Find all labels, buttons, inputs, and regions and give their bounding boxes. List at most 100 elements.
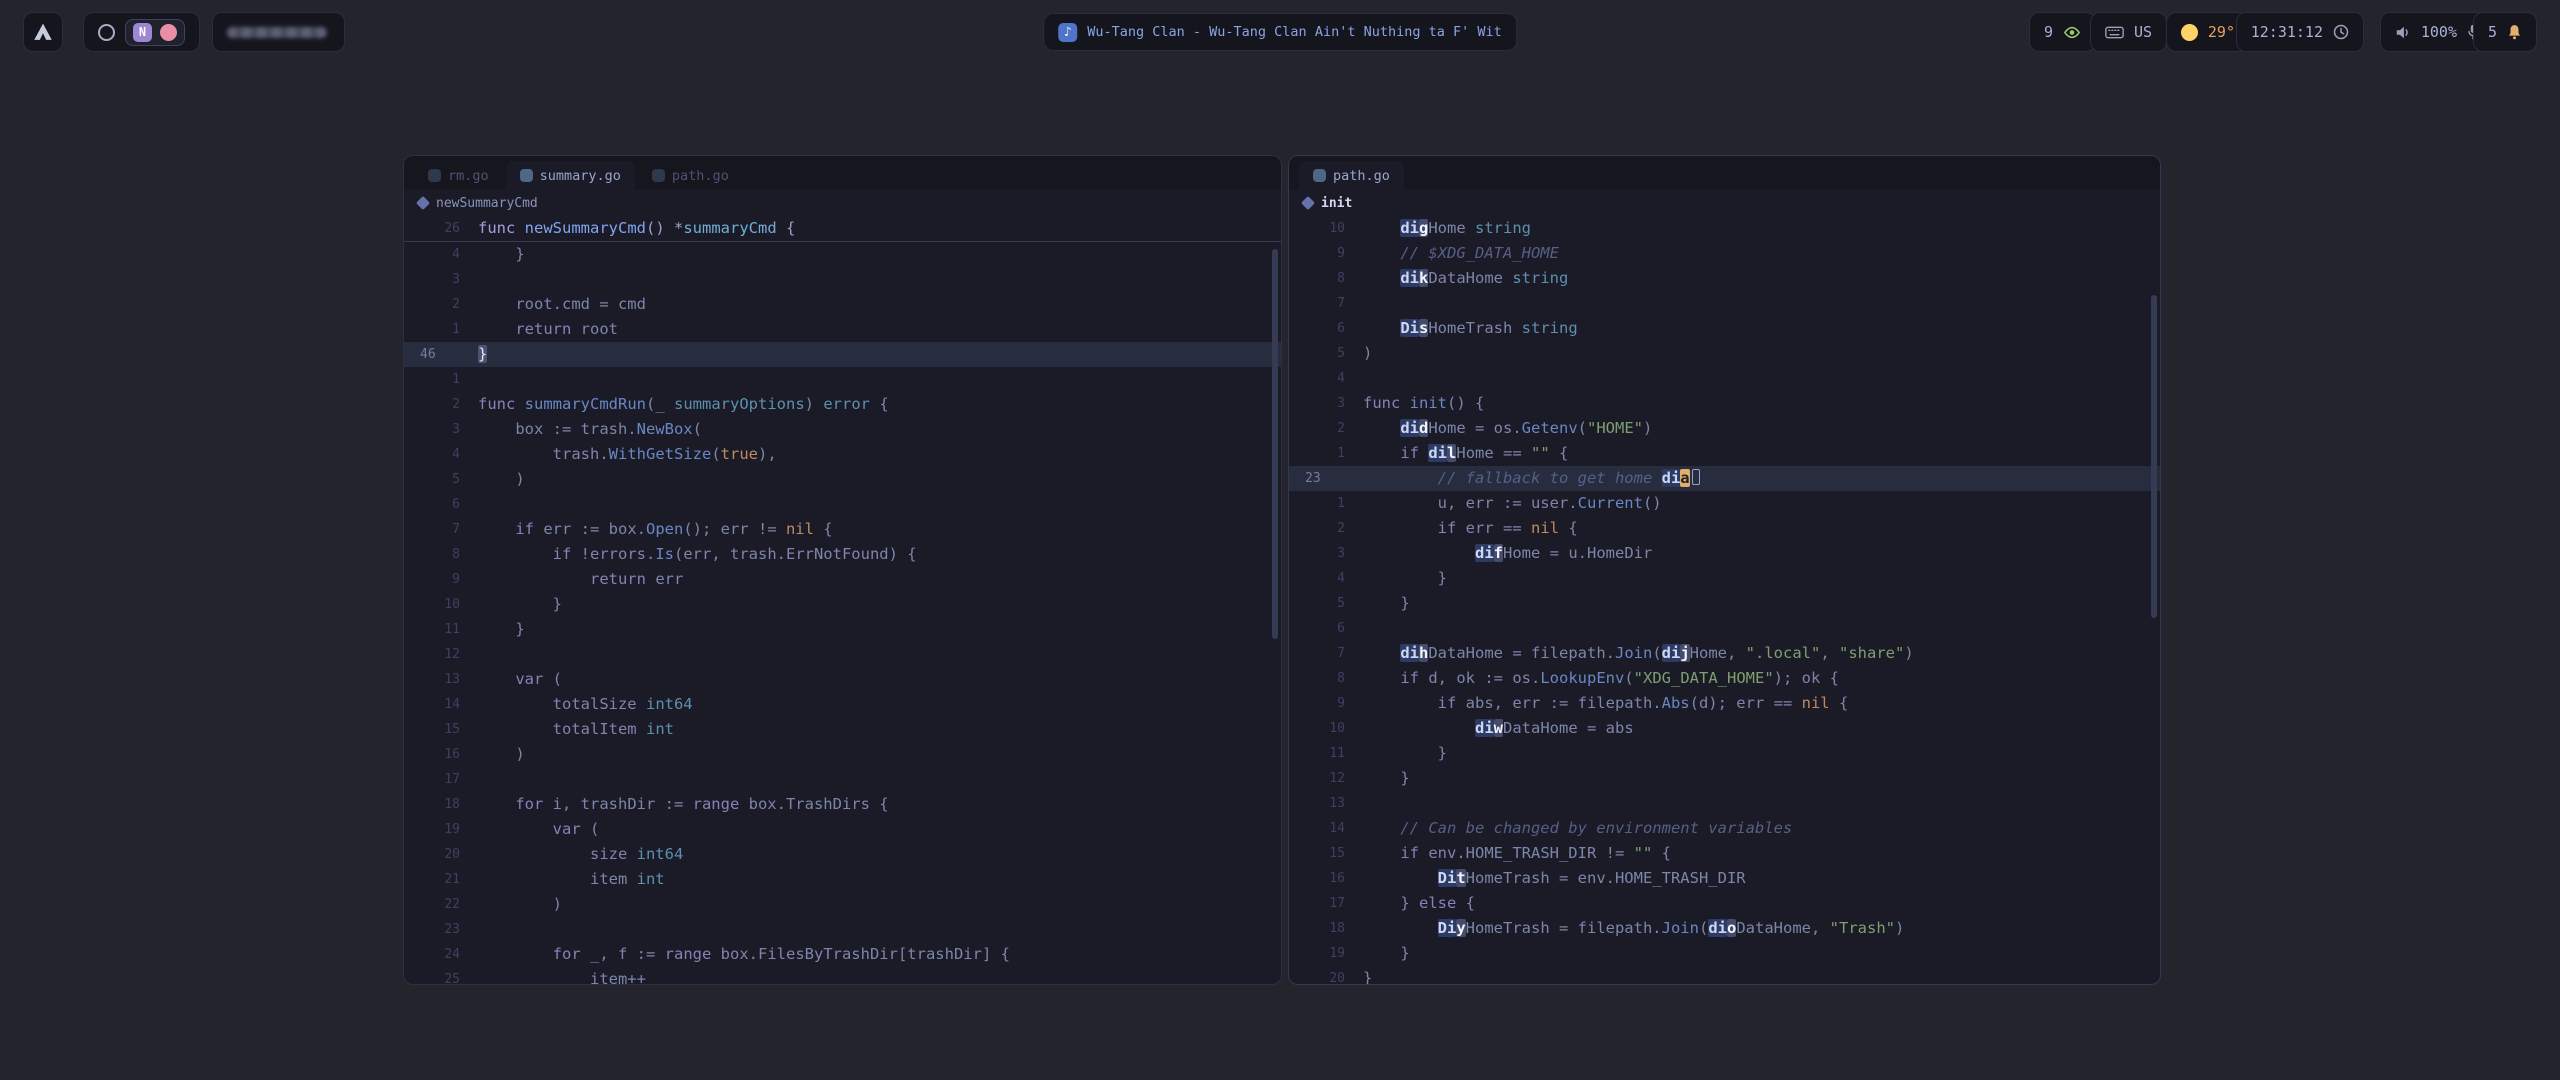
media-player-pill[interactable]: ♪ Wu-Tang Clan - Wu-Tang Clan Ain't Nuth… (1043, 13, 1517, 51)
code-area[interactable]: 10 digHome string9 // $XDG_DATA_HOME8 di… (1289, 216, 2160, 985)
eye-count-pill[interactable]: 9 (2029, 12, 2096, 52)
line-number: 3 (1289, 391, 1363, 416)
workspace-indicator[interactable]: N (83, 12, 200, 52)
code-line[interactable]: 21 item int (404, 867, 1281, 892)
code-line[interactable]: 9 return err (404, 567, 1281, 592)
code-line[interactable]: 15 if env.HOME_TRASH_DIR != "" { (1289, 841, 2160, 866)
code-line[interactable]: 5 } (1289, 591, 2160, 616)
code-line[interactable]: 22 ) (404, 892, 1281, 917)
code-line[interactable]: 2func summaryCmdRun(_ summaryOptions) er… (404, 392, 1281, 417)
code-text: if err == nil { (1363, 516, 1578, 541)
code-line[interactable]: 1 if dilHome == "" { (1289, 441, 2160, 466)
code-line[interactable]: 11 } (404, 617, 1281, 642)
code-line[interactable]: 13 (1289, 791, 2160, 816)
line-number: 16 (404, 742, 478, 767)
code-line[interactable]: 3 box := trash.NewBox( (404, 417, 1281, 442)
launcher-button[interactable] (23, 12, 63, 52)
code-line[interactable]: 14 // Can be changed by environment vari… (1289, 816, 2160, 841)
line-number: 8 (1289, 666, 1363, 691)
code-line[interactable]: 2 didHome = os.Getenv("HOME") (1289, 416, 2160, 441)
code-line[interactable]: 13 var ( (404, 667, 1281, 692)
code-line[interactable]: 10 diwDataHome = abs (1289, 716, 2160, 741)
editor-pane-left[interactable]: rm.gosummary.gopath.go newSummaryCmd 26f… (403, 155, 1282, 985)
notifications-pill[interactable]: 5 (2473, 12, 2537, 52)
line-number: 6 (1289, 616, 1363, 641)
code-text: DisHomeTrash string (1363, 316, 1578, 341)
code-line[interactable]: 3 difHome = u.HomeDir (1289, 541, 2160, 566)
code-text: dihDataHome = filepath.Join(dijHome, ".l… (1363, 641, 1914, 666)
code-line[interactable]: 5 ) (404, 467, 1281, 492)
line-number: 8 (404, 542, 478, 567)
code-line[interactable]: 10 digHome string (1289, 216, 2160, 241)
code-line[interactable]: 8 if d, ok := os.LookupEnv("XDG_DATA_HOM… (1289, 666, 2160, 691)
keyboard-layout-pill[interactable]: US (2090, 12, 2167, 52)
code-line[interactable]: 2 if err == nil { (1289, 516, 2160, 541)
line-number: 46 (404, 342, 478, 367)
redacted-window-title[interactable] (212, 12, 345, 52)
code-line[interactable]: 14 totalSize int64 (404, 692, 1281, 717)
line-number: 8 (1289, 266, 1363, 291)
code-line[interactable]: 19 var ( (404, 817, 1281, 842)
code-text: } (1363, 941, 1410, 966)
line-number: 23 (404, 917, 478, 942)
code-line[interactable]: 12 } (1289, 766, 2160, 791)
code-line[interactable]: 25 item++ (404, 967, 1281, 985)
code-line[interactable]: 18 DiyHomeTrash = filepath.Join(dioDataH… (1289, 916, 2160, 941)
code-text: ) (478, 742, 525, 767)
code-line[interactable]: 23 // fallback to get home dia (1289, 466, 2160, 491)
code-line[interactable]: 6 (1289, 616, 2160, 641)
code-line[interactable]: 2 root.cmd = cmd (404, 292, 1281, 317)
code-line[interactable]: 4 } (1289, 566, 2160, 591)
code-line[interactable]: 1 u, err := user.Current() (1289, 491, 2160, 516)
code-line[interactable]: 19 } (1289, 941, 2160, 966)
tab-rm.go[interactable]: rm.go (414, 161, 503, 190)
code-line[interactable]: 7 if err := box.Open(); err != nil { (404, 517, 1281, 542)
code-line[interactable]: 12 (404, 642, 1281, 667)
code-line[interactable]: 20 size int64 (404, 842, 1281, 867)
tab-summary.go[interactable]: summary.go (506, 161, 635, 190)
bell-icon (2507, 24, 2522, 40)
code-line[interactable]: 16 DitHomeTrash = env.HOME_TRASH_DIR (1289, 866, 2160, 891)
code-line[interactable]: 7 (1289, 291, 2160, 316)
code-line[interactable]: 7 dihDataHome = filepath.Join(dijHome, "… (1289, 641, 2160, 666)
line-number: 20 (1289, 966, 1363, 985)
code-line[interactable]: 18 for i, trashDir := range box.TrashDir… (404, 792, 1281, 817)
code-line[interactable]: 46} (404, 342, 1281, 367)
code-line[interactable]: 20} (1289, 966, 2160, 985)
code-line[interactable]: 3 (404, 267, 1281, 292)
code-line[interactable]: 8 dikDataHome string (1289, 266, 2160, 291)
line-number: 3 (404, 417, 478, 442)
tab-path.go[interactable]: path.go (1299, 161, 1404, 190)
code-line[interactable]: 8 if !errors.Is(err, trash.ErrNotFound) … (404, 542, 1281, 567)
code-line[interactable]: 15 totalItem int (404, 717, 1281, 742)
code-area[interactable]: 4 }32 root.cmd = cmd1 return root46}12fu… (404, 242, 1281, 985)
code-line[interactable]: 24 for _, f := range box.FilesByTrashDir… (404, 942, 1281, 967)
scrollbar[interactable] (1272, 249, 1278, 639)
code-line[interactable]: 4 (1289, 366, 2160, 391)
clock-icon (2333, 24, 2349, 40)
go-file-icon (652, 169, 665, 182)
code-text: ) (1363, 341, 1372, 366)
code-line[interactable]: 10 } (404, 592, 1281, 617)
editor-pane-right[interactable]: path.go init 10 digHome string9 // $XDG_… (1288, 155, 2161, 985)
code-line[interactable]: 4 trash.WithGetSize(true), (404, 442, 1281, 467)
code-line[interactable]: 23 (404, 917, 1281, 942)
code-line[interactable]: 5) (1289, 341, 2160, 366)
code-line[interactable]: 9 if abs, err := filepath.Abs(d); err ==… (1289, 691, 2160, 716)
code-line[interactable]: 9 // $XDG_DATA_HOME (1289, 241, 2160, 266)
tab-path.go[interactable]: path.go (638, 161, 743, 190)
code-text: DitHomeTrash = env.HOME_TRASH_DIR (1363, 866, 1746, 891)
code-line[interactable]: 6 (404, 492, 1281, 517)
code-text: var ( (478, 667, 562, 692)
scrollbar[interactable] (2151, 295, 2157, 618)
code-line[interactable]: 3func init() { (1289, 391, 2160, 416)
code-line[interactable]: 1 (404, 367, 1281, 392)
code-line[interactable]: 11 } (1289, 741, 2160, 766)
code-line[interactable]: 16 ) (404, 742, 1281, 767)
clock-pill[interactable]: 12:31:12 (2236, 12, 2364, 52)
code-line[interactable]: 1 return root (404, 317, 1281, 342)
code-line[interactable]: 6 DisHomeTrash string (1289, 316, 2160, 341)
code-line[interactable]: 17 (404, 767, 1281, 792)
code-line[interactable]: 17 } else { (1289, 891, 2160, 916)
code-line[interactable]: 4 } (404, 242, 1281, 267)
